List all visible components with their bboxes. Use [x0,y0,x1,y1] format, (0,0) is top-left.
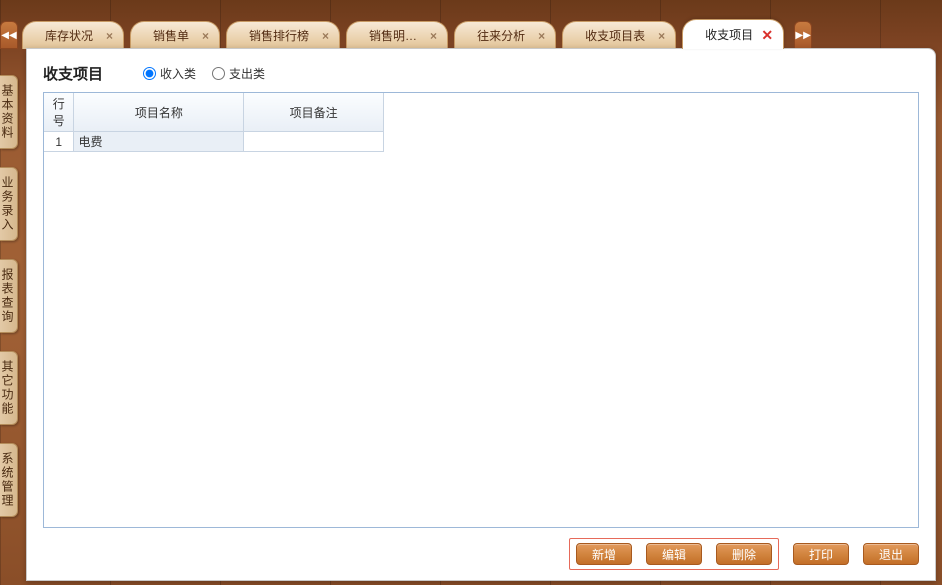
button-bar: 新增 编辑 删除 打印 退出 [43,528,919,570]
close-icon[interactable]: × [106,30,113,42]
radio-income[interactable]: 收入类 [143,65,196,82]
edit-button[interactable]: 编辑 [646,543,702,565]
tabs-scroll-left[interactable]: ◀◀ [0,21,18,49]
tab-sales-detail[interactable]: 销售明… × [346,21,448,49]
col-header-name[interactable]: 项目名称 [74,93,244,132]
tab-label: 销售单 [153,27,189,44]
tab-label: 销售排行榜 [249,27,309,44]
table-row[interactable]: 1 电费 [44,132,384,152]
main-panel: 收支项目 收入类 支出类 行号 项目名称 项目备注 1 [26,48,936,581]
close-icon[interactable]: × [430,30,437,42]
cell-rownum: 1 [44,132,74,152]
radio-expense-input[interactable] [212,67,225,80]
col-header-remark[interactable]: 项目备注 [244,93,384,132]
side-business-entry[interactable]: 业务录入 [0,167,18,241]
panel-header: 收支项目 收入类 支出类 [43,63,919,92]
tabs-scroll-right[interactable]: ▶▶ [794,21,812,49]
tab-label: 库存状况 [45,27,93,44]
tab-inventory[interactable]: 库存状况 × [22,21,124,49]
tab-income-expense-item[interactable]: 收支项目 ✕ [682,19,784,49]
side-basic-data[interactable]: 基本资料 [0,75,18,149]
col-header-rownum[interactable]: 行号 [44,93,74,132]
radio-income-label: 收入类 [160,65,196,82]
tab-receivable-analysis[interactable]: 往来分析 × [454,21,556,49]
radio-expense-label: 支出类 [229,65,265,82]
add-button[interactable]: 新增 [576,543,632,565]
tab-strip: ◀◀ 库存状况 × 销售单 × 销售排行榜 × 销售明… × 往来分析 × 收支… [0,19,942,49]
tab-label: 收支项目 [705,26,753,43]
radio-expense[interactable]: 支出类 [212,65,265,82]
delete-button[interactable]: 删除 [716,543,772,565]
side-other-functions[interactable]: 其它功能 [0,351,18,425]
exit-button[interactable]: 退出 [863,543,919,565]
close-icon[interactable]: × [322,30,329,42]
close-icon[interactable]: × [658,30,665,42]
data-grid[interactable]: 行号 项目名称 项目备注 1 电费 [43,92,919,528]
close-icon[interactable]: ✕ [761,28,773,42]
tab-label: 销售明… [369,27,417,44]
page-title: 收支项目 [43,63,103,84]
tab-label: 收支项目表 [585,27,645,44]
crud-button-group: 新增 编辑 删除 [569,538,779,570]
close-icon[interactable]: × [538,30,545,42]
tab-income-expense-table[interactable]: 收支项目表 × [562,21,676,49]
side-rail: 基本资料 业务录入 报表查询 其它功能 系统管理 [0,75,18,517]
tab-sales-order[interactable]: 销售单 × [130,21,220,49]
radio-income-input[interactable] [143,67,156,80]
side-report-query[interactable]: 报表查询 [0,259,18,333]
cell-remark [244,132,384,152]
close-icon[interactable]: × [202,30,209,42]
cell-name: 电费 [74,132,244,152]
side-system-manage[interactable]: 系统管理 [0,443,18,517]
print-button[interactable]: 打印 [793,543,849,565]
type-radio-group: 收入类 支出类 [143,65,265,82]
tab-label: 往来分析 [477,27,525,44]
grid-header-row: 行号 项目名称 项目备注 [44,93,384,132]
grid-table: 行号 项目名称 项目备注 1 电费 [44,93,384,152]
tab-sales-rank[interactable]: 销售排行榜 × [226,21,340,49]
